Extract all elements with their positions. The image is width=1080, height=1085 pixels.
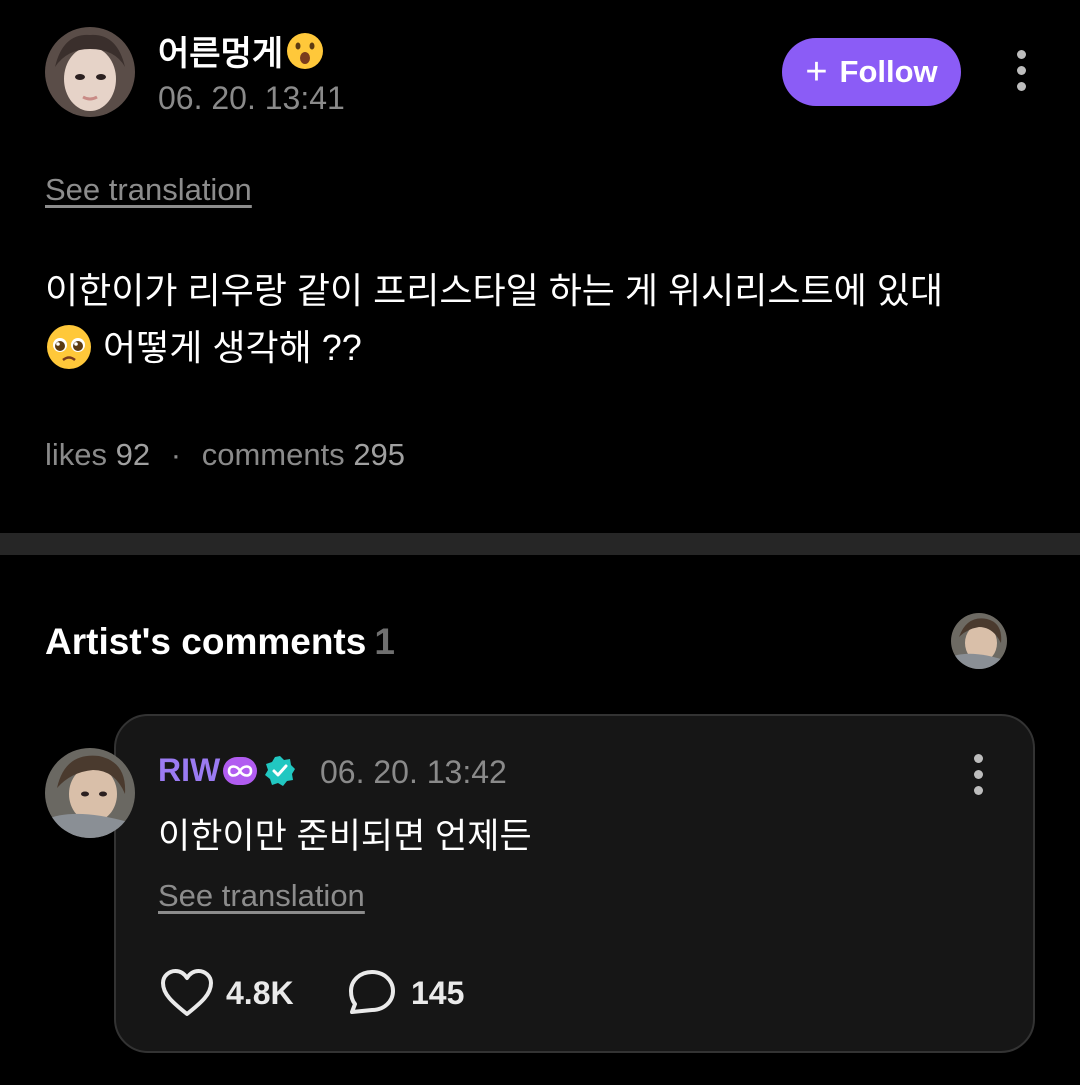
- follow-button[interactable]: + Follow: [782, 38, 961, 106]
- author-name-text: 어른멍게: [158, 35, 284, 73]
- artist-comments-heading: Artist's comments 1: [45, 621, 395, 663]
- commenter-name[interactable]: RIW: [158, 752, 296, 789]
- see-translation-link[interactable]: See translation: [45, 172, 252, 208]
- post-body-line-1: 이한이가 리우랑 같이 프리스타일 하는 게 위시리스트에 있대: [45, 270, 944, 311]
- reply-button[interactable]: 145: [345, 968, 464, 1018]
- comment-see-translation-link[interactable]: See translation: [158, 878, 365, 914]
- like-count: 4.8K: [226, 974, 294, 1011]
- likes-label: likes: [45, 437, 108, 472]
- author-avatar[interactable]: [45, 27, 135, 117]
- comment-body: 이한이만 준비되면 언제든: [158, 817, 532, 856]
- like-button[interactable]: 4.8K: [160, 968, 294, 1018]
- astonished-face-icon: [287, 32, 324, 69]
- more-vertical-icon[interactable]: [1006, 50, 1036, 94]
- post-body: 이한이가 리우랑 같이 프리스타일 하는 게 위시리스트에 있대 어떻게 생각해…: [45, 262, 1045, 376]
- post-timestamp: 06. 20. 13:41: [158, 80, 345, 116]
- commenter-name-text: RIW: [158, 752, 221, 788]
- reply-count: 145: [411, 974, 465, 1011]
- comment-timestamp: 06. 20. 13:42: [320, 754, 507, 790]
- artist-comments-title: Artist's comments: [45, 621, 367, 662]
- artist-avatar-small[interactable]: [951, 613, 1007, 669]
- comments-count: 295: [353, 437, 406, 472]
- stats-separator: ·: [170, 437, 182, 472]
- infinity-badge-icon: [223, 756, 258, 785]
- more-vertical-icon[interactable]: [963, 754, 993, 798]
- post-stats: likes 92 · comments 295: [45, 437, 405, 473]
- heart-icon: [161, 969, 213, 1016]
- post-body-line-2-row: 어떻게 생각해 ??: [45, 319, 1045, 376]
- plus-icon: +: [805, 51, 828, 93]
- section-divider: [0, 533, 1080, 555]
- likes-count: 92: [115, 437, 151, 472]
- comment-bubble-icon: [349, 970, 395, 1014]
- post-body-line-2: 어떻게 생각해 ??: [103, 327, 362, 368]
- artist-comments-count: 1: [374, 621, 395, 662]
- verified-badge-icon: [265, 755, 296, 786]
- commenter-avatar[interactable]: [45, 748, 135, 838]
- pleading-face-icon: [47, 325, 91, 369]
- author-name[interactable]: 어른멍게: [158, 26, 325, 75]
- follow-label: Follow: [839, 54, 938, 89]
- comments-label: comments: [201, 437, 345, 472]
